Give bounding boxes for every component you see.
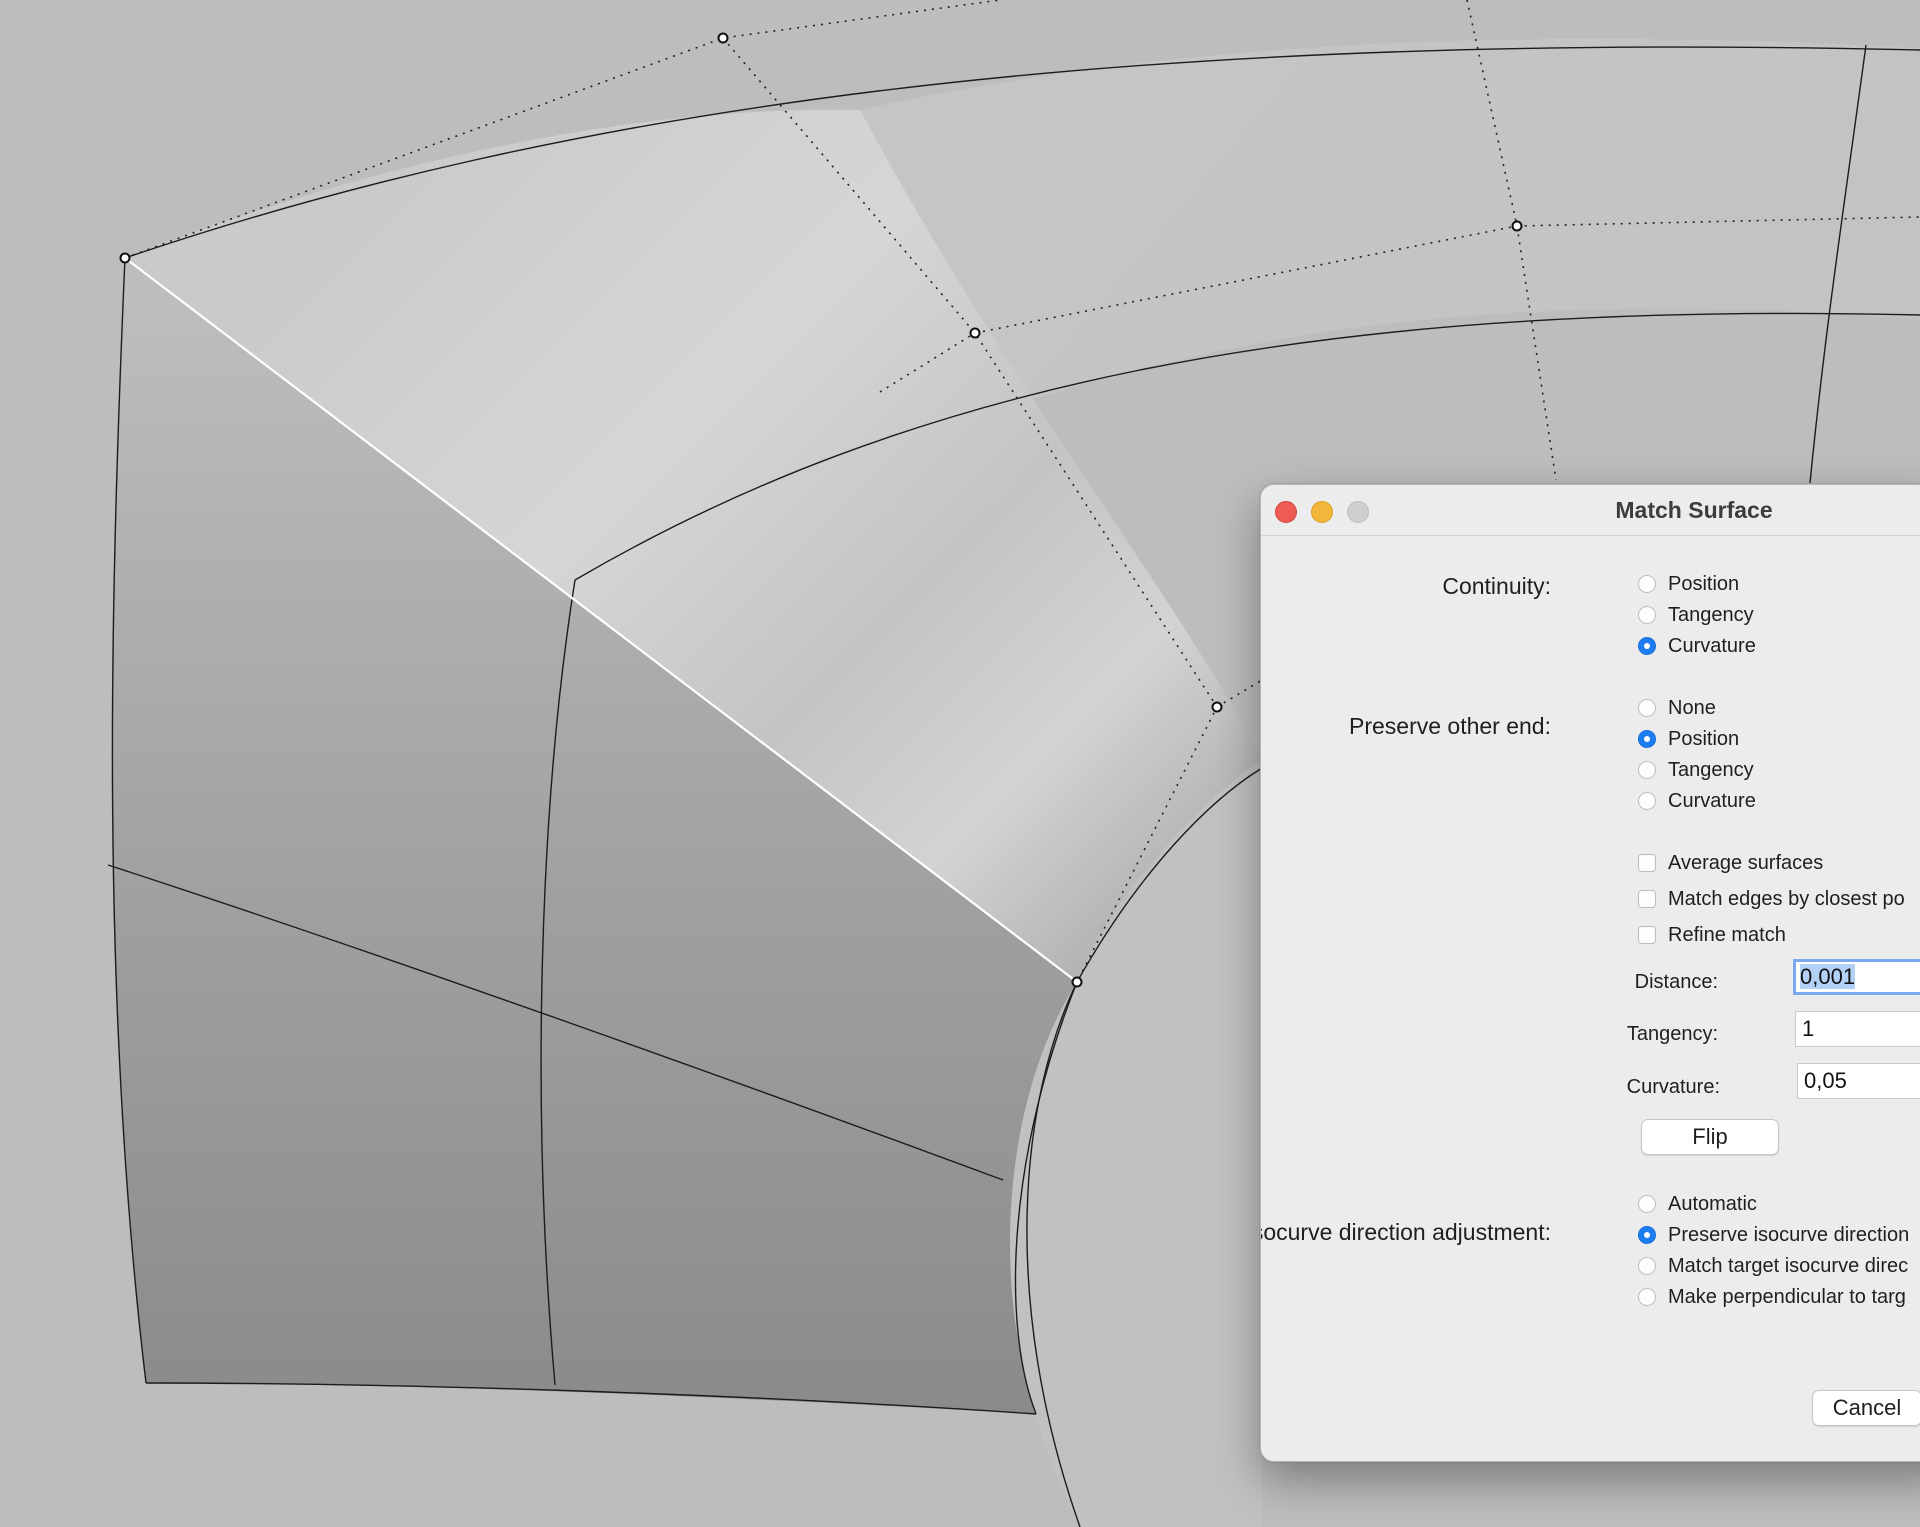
close-window-button[interactable] — [1275, 501, 1297, 523]
average-surfaces-checkbox[interactable]: Average surfaces — [1638, 848, 1823, 878]
radio-label: Tangency — [1668, 758, 1754, 781]
zoom-window-button-disabled — [1347, 501, 1369, 523]
radio-label: Position — [1668, 727, 1740, 750]
curvature-input[interactable]: 0,05 — [1797, 1063, 1920, 1099]
radio-button[interactable] — [1638, 699, 1656, 717]
flip-button[interactable]: Flip — [1641, 1119, 1779, 1155]
control-point[interactable] — [119, 252, 131, 264]
radio-label: Match target isocurve direc — [1668, 1254, 1909, 1277]
control-point[interactable] — [717, 32, 729, 44]
radio-label: Automatic — [1668, 1192, 1757, 1215]
preserve-other-end-label: Preserve other end: — [1348, 713, 1551, 739]
distance-value: 0,001 — [1800, 964, 1856, 989]
radio-button[interactable] — [1638, 1288, 1656, 1306]
radio-button[interactable] — [1638, 792, 1656, 810]
radio-label: Position — [1668, 572, 1740, 595]
match-edges-checkbox[interactable]: Match edges by closest po — [1638, 884, 1905, 914]
tangency-label: Tangency: — [1626, 1023, 1718, 1045]
radio-label: Curvature — [1668, 634, 1756, 657]
radio-button[interactable] — [1638, 606, 1656, 624]
checkbox-label: Average surfaces — [1668, 851, 1824, 874]
checkbox[interactable] — [1638, 890, 1656, 908]
preserve-option-curvature[interactable]: Curvature — [1638, 786, 1756, 816]
radio-button-selected[interactable] — [1638, 637, 1656, 655]
checkbox[interactable] — [1638, 854, 1656, 872]
isocurve-direction-label: Isocurve direction adjustment: — [1260, 1219, 1551, 1245]
control-point[interactable] — [969, 327, 981, 339]
continuity-label: Continuity: — [1442, 573, 1551, 599]
curvature-value: 0,05 — [1804, 1068, 1847, 1093]
radio-button[interactable] — [1638, 575, 1656, 593]
isocurve-option-automatic[interactable]: Automatic — [1638, 1189, 1757, 1219]
tangency-value: 1 — [1802, 1016, 1815, 1041]
isocurve-option-preserve[interactable]: Preserve isocurve direction — [1638, 1220, 1909, 1250]
radio-button[interactable] — [1638, 1195, 1656, 1213]
cancel-button[interactable]: Cancel — [1812, 1390, 1920, 1426]
isocurve-option-perpendicular[interactable]: Make perpendicular to targ — [1638, 1282, 1906, 1312]
control-point[interactable] — [1511, 220, 1523, 232]
curvature-label: Curvature: — [1626, 1076, 1720, 1098]
checkbox-label: Refine match — [1668, 923, 1786, 946]
control-point[interactable] — [1211, 701, 1223, 713]
tangency-input[interactable]: 1 — [1795, 1011, 1920, 1047]
continuity-option-tangency[interactable]: Tangency — [1638, 600, 1754, 630]
preserve-option-tangency[interactable]: Tangency — [1638, 755, 1754, 785]
continuity-option-position[interactable]: Position — [1638, 569, 1739, 599]
checkbox[interactable] — [1638, 926, 1656, 944]
minimize-window-button[interactable] — [1311, 501, 1333, 523]
radio-label: Curvature — [1668, 789, 1756, 812]
preserve-option-none[interactable]: None — [1638, 693, 1716, 723]
dialog-title: Match Surface — [1615, 497, 1773, 523]
continuity-option-curvature[interactable]: Curvature — [1638, 631, 1756, 661]
dialog-titlebar[interactable]: Match Surface — [1261, 485, 1920, 536]
isocurve-option-match-target[interactable]: Match target isocurve direc — [1638, 1251, 1908, 1281]
distance-label: Distance: — [1634, 971, 1718, 993]
radio-button-selected[interactable] — [1638, 1226, 1656, 1244]
radio-button[interactable] — [1638, 761, 1656, 779]
radio-button[interactable] — [1638, 1257, 1656, 1275]
radio-label: Preserve isocurve direction — [1668, 1223, 1910, 1246]
match-surface-dialog: Match Surface Continuity: Position Tange… — [1260, 484, 1920, 1462]
radio-label: None — [1668, 696, 1716, 719]
radio-label: Tangency — [1668, 603, 1754, 626]
preserve-option-position[interactable]: Position — [1638, 724, 1739, 754]
radio-button-selected[interactable] — [1638, 730, 1656, 748]
radio-label: Make perpendicular to targ — [1668, 1285, 1906, 1308]
distance-input[interactable]: 0,001 — [1793, 959, 1920, 995]
checkbox-label: Match edges by closest po — [1668, 887, 1905, 910]
refine-match-checkbox[interactable]: Refine match — [1638, 920, 1786, 950]
control-point[interactable] — [1071, 976, 1083, 988]
